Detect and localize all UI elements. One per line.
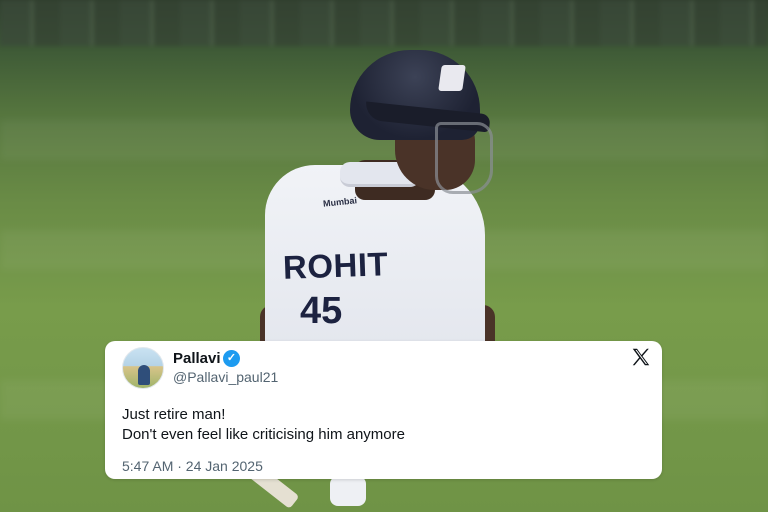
batting-glove [330, 476, 366, 506]
tweet-timestamp[interactable]: 5:47 AM · 24 Jan 2025 [122, 458, 263, 474]
jersey-number: 45 [300, 290, 343, 332]
user-handle[interactable]: @Pallavi_paul21 [173, 369, 278, 385]
helmet-badge [438, 65, 466, 91]
jersey-name: ROHIT [282, 245, 389, 286]
helmet-grille [435, 122, 493, 194]
tweet-card[interactable]: Pallavi ✓ @Pallavi_paul21 Just retire ma… [105, 341, 662, 479]
tweet-text: Just retire man! Don't even feel like cr… [122, 405, 405, 445]
display-name[interactable]: Pallavi [173, 350, 221, 367]
verified-badge-icon: ✓ [223, 350, 240, 367]
avatar[interactable] [122, 347, 164, 389]
x-logo-icon[interactable] [630, 346, 652, 368]
tweet-text-line: Don't even feel like criticising him any… [122, 426, 405, 443]
tweet-text-line: Just retire man! [122, 406, 226, 423]
stadium-stand [0, 0, 768, 46]
avatar-person [138, 365, 150, 385]
